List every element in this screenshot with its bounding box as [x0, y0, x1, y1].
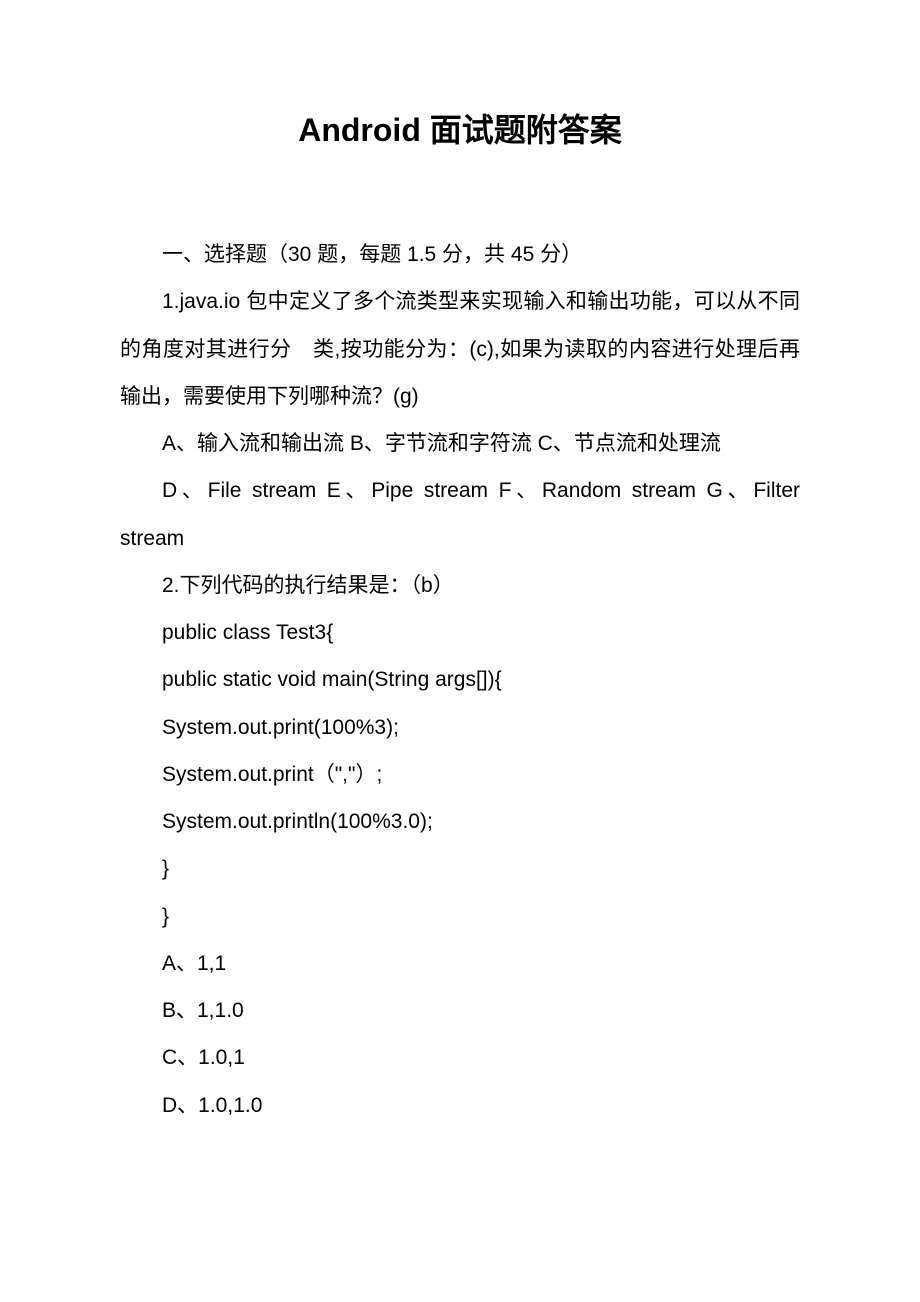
question-2-option-b: B、1,1.0 [120, 987, 800, 1034]
question-2-code-line-4: System.out.print（","）; [120, 751, 800, 798]
document-title: Android 面试题附答案 [120, 105, 800, 151]
question-1-options-row1: A、输入流和输出流 B、字节流和字符流 C、节点流和处理流 [120, 420, 800, 467]
question-2-text: 2.下列代码的执行结果是：（b） [120, 562, 800, 609]
question-2-code-line-5: System.out.println(100%3.0); [120, 798, 800, 845]
question-2-option-c: C、1.0,1 [120, 1034, 800, 1081]
question-2-code-line-7: } [120, 893, 800, 940]
document-content: 一、选择题（30 题，每题 1.5 分，共 45 分） 1.java.io 包中… [120, 231, 800, 1129]
question-2-option-d: D、1.0,1.0 [120, 1082, 800, 1129]
question-1-text: 1.java.io 包中定义了多个流类型来实现输入和输出功能，可以从不同的角度对… [120, 278, 800, 420]
question-2-option-a: A、1,1 [120, 940, 800, 987]
question-2-code-line-3: System.out.print(100%3); [120, 704, 800, 751]
section-header: 一、选择题（30 题，每题 1.5 分，共 45 分） [120, 231, 800, 278]
question-1-options-row2: D、File stream E、Pipe stream F、Random str… [120, 467, 800, 562]
question-2-code-line-1: public class Test3{ [120, 609, 800, 656]
question-2-code-line-6: } [120, 845, 800, 892]
question-2-code-line-2: public static void main(String args[]){ [120, 656, 800, 703]
